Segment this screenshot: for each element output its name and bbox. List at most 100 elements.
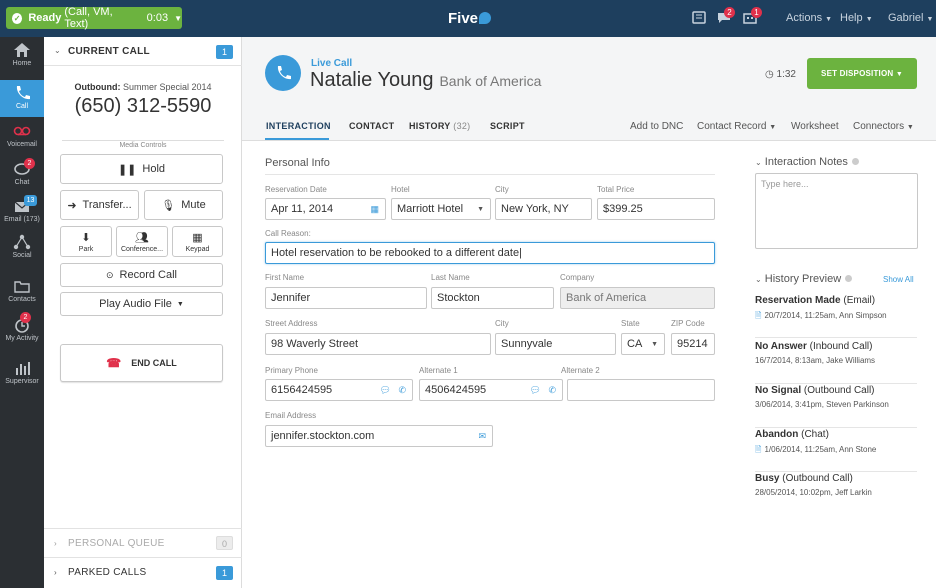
state-label: State [621, 319, 640, 328]
last-name-field[interactable]: Stockton [431, 287, 554, 309]
phone-icon[interactable]: ✆ [398, 385, 406, 396]
history-item[interactable]: No Signal (Outbound Call) 3/06/2014, 3:4… [755, 382, 917, 428]
campaign-name: Summer Special 2014 [122, 82, 212, 92]
check-icon: ✓ [12, 12, 23, 24]
alternate-2-field[interactable] [567, 379, 715, 401]
sidebar-item-voicemail[interactable]: Voicemail [0, 118, 44, 155]
total-price-field[interactable]: $399.25 [597, 198, 715, 220]
history-item[interactable]: No Answer (Inbound Call) 16/7/2014, 8:13… [755, 338, 917, 384]
sidebar-label: My Activity [5, 335, 39, 342]
history-item-name: Reservation Made [755, 295, 841, 306]
zip-code-value: 95214 [677, 338, 708, 350]
sidebar-item-my-activity[interactable]: 2 My Activity [0, 312, 44, 349]
arrow-right-icon: ➜ [67, 199, 77, 212]
interaction-notes-label: Interaction Notes [764, 156, 848, 168]
alternate-1-field[interactable]: 4506424595 💬︎ ✆ [419, 379, 563, 401]
record-call-button[interactable]: ⊙ Record Call [60, 263, 223, 287]
help-menu[interactable]: Help ▼ [840, 12, 873, 24]
park-button[interactable]: ⬇ Park [60, 226, 112, 257]
ready-timer: 0:03 [146, 12, 169, 24]
sidebar-item-social[interactable]: Social [0, 229, 44, 266]
phone-avatar-icon [265, 55, 301, 91]
state-select[interactable]: CA ▼ [621, 333, 665, 355]
sidebar-item-home[interactable]: Home [0, 37, 44, 74]
tab-interaction[interactable]: INTERACTION [266, 121, 331, 131]
keypad-button[interactable]: ▦ Keypad [172, 226, 223, 257]
primary-phone-field[interactable]: 6156424595 💬︎ ✆ [265, 379, 413, 401]
chevron-right-icon: › [54, 568, 57, 577]
user-menu[interactable]: Gabriel ▼ [888, 12, 933, 24]
tab-history[interactable]: HISTORY (32) [409, 121, 470, 131]
current-call-count: 1 [216, 45, 233, 59]
ready-status-button[interactable]: ✓ Ready (Call, VM, Text) 0:03 ▼ [6, 6, 182, 30]
history-item[interactable]: Reservation Made (Email) 🗎︎ 20/7/2014, 11… [755, 292, 917, 338]
mute-button[interactable]: 🎙︎ Mute [144, 190, 223, 220]
clock-icon: ◷ [765, 69, 774, 80]
reservation-date-field[interactable]: Apr 11, 2014 ▦ [265, 198, 386, 220]
hotel-label: Hotel [391, 185, 410, 194]
book-icon[interactable] [692, 11, 706, 24]
sidebar-item-call[interactable]: Call [0, 80, 44, 117]
city2-field[interactable]: Sunnyvale [495, 333, 616, 355]
street-address-field[interactable]: 98 Waverly Street [265, 333, 491, 355]
current-call-header[interactable]: ⌄ CURRENT CALL 1 [44, 37, 242, 66]
add-to-dnc-link[interactable]: Add to DNC [630, 121, 683, 132]
zip-code-field[interactable]: 95214 [671, 333, 715, 355]
history-item-type: (Email) [843, 295, 876, 306]
call-reason-field[interactable]: Hotel reservation to be rebooked to a di… [265, 242, 715, 264]
sidebar-item-chat[interactable]: 2 Chat [0, 156, 44, 193]
folder-icon [14, 281, 30, 293]
tab-script[interactable]: SCRIPT [490, 121, 525, 131]
sidebar-label: Social [12, 252, 32, 259]
record-call-label: Record Call [119, 269, 177, 281]
history-item[interactable]: Busy (Outbound Call) 28/05/2014, 10:02pm… [755, 470, 917, 516]
sidebar-item-contacts[interactable]: Contacts [0, 273, 44, 310]
alternate-1-label: Alternate 1 [419, 366, 458, 375]
show-all-link[interactable]: Show All [883, 275, 914, 284]
sidebar-label: Home [12, 60, 32, 67]
sms-icon[interactable]: 💬︎ [530, 385, 541, 396]
tab-contact[interactable]: CONTACT [349, 121, 394, 131]
email-address-field[interactable]: jennifer.stockton.com ✉ [265, 425, 493, 447]
contact-record-menu[interactable]: Contact Record ▼ [697, 121, 776, 132]
personal-queue-title: PERSONAL QUEUE [68, 538, 165, 549]
personal-queue-header[interactable]: › PERSONAL QUEUE 0 [44, 528, 242, 557]
worksheet-link[interactable]: Worksheet [791, 121, 839, 132]
actions-menu[interactable]: Actions ▼ [786, 12, 832, 24]
chevron-down-icon: ⌄ [54, 46, 61, 55]
hotel-select[interactable]: Marriott Hotel ▼ [391, 198, 491, 220]
chevron-right-icon: › [54, 539, 57, 548]
download-icon: ⬇ [81, 231, 91, 244]
record-icon: ⊙ [105, 269, 114, 280]
email-address-label: Email Address [265, 411, 317, 420]
parked-calls-header[interactable]: › PARKED CALLS 1 [44, 557, 242, 588]
interaction-notes-textarea[interactable]: Type here... [755, 173, 918, 249]
hotel-value: Marriott Hotel [397, 203, 464, 215]
sms-icon[interactable]: 💬︎ [380, 385, 391, 396]
contact-name: Natalie Young Bank of America [310, 69, 541, 92]
sidebar-label: Chat [14, 179, 30, 186]
envelope-icon[interactable]: ✉ [478, 431, 486, 442]
set-disposition-button[interactable]: SET DISPOSITION ▼ [807, 58, 917, 89]
transfer-button[interactable]: ➜ Transfer... [60, 190, 139, 220]
company-label: Company [560, 273, 595, 282]
keypad-label: Keypad [185, 245, 210, 253]
phone-icon[interactable]: ✆ [548, 385, 556, 396]
history-item-date: 16/7/2014, 8:13am, Jake Williams [755, 356, 876, 365]
sidebar-item-email[interactable]: 13 Email (173) [0, 193, 44, 230]
history-item-title: No Signal (Outbound Call) [755, 385, 875, 396]
conference-button[interactable]: 👥︎ Conference... [116, 226, 168, 257]
ready-channels: (Call, VM, Text) [64, 6, 113, 30]
history-item-name: Abandon [755, 429, 799, 440]
history-item-meta: 20/7/2014, 11:25am, Ann Simpson [764, 311, 887, 320]
history-item[interactable]: Abandon (Chat) 🗎︎ 1/06/2014, 11:25am, Ann… [755, 426, 917, 472]
sidebar-item-supervisor[interactable]: Supervisor [0, 355, 44, 392]
first-name-field[interactable]: Jennifer [265, 287, 427, 309]
end-call-button[interactable]: ☎ END CALL [60, 344, 223, 382]
city-field[interactable]: New York, NY [495, 198, 592, 220]
calendar-icon[interactable]: ▦ [370, 204, 379, 215]
connectors-menu[interactable]: Connectors ▼ [853, 121, 914, 132]
history-item-type: (Outbound Call) [803, 385, 875, 396]
play-audio-file-button[interactable]: Play Audio File ▼ [60, 292, 223, 316]
hold-button[interactable]: ❚❚ Hold [60, 154, 223, 184]
